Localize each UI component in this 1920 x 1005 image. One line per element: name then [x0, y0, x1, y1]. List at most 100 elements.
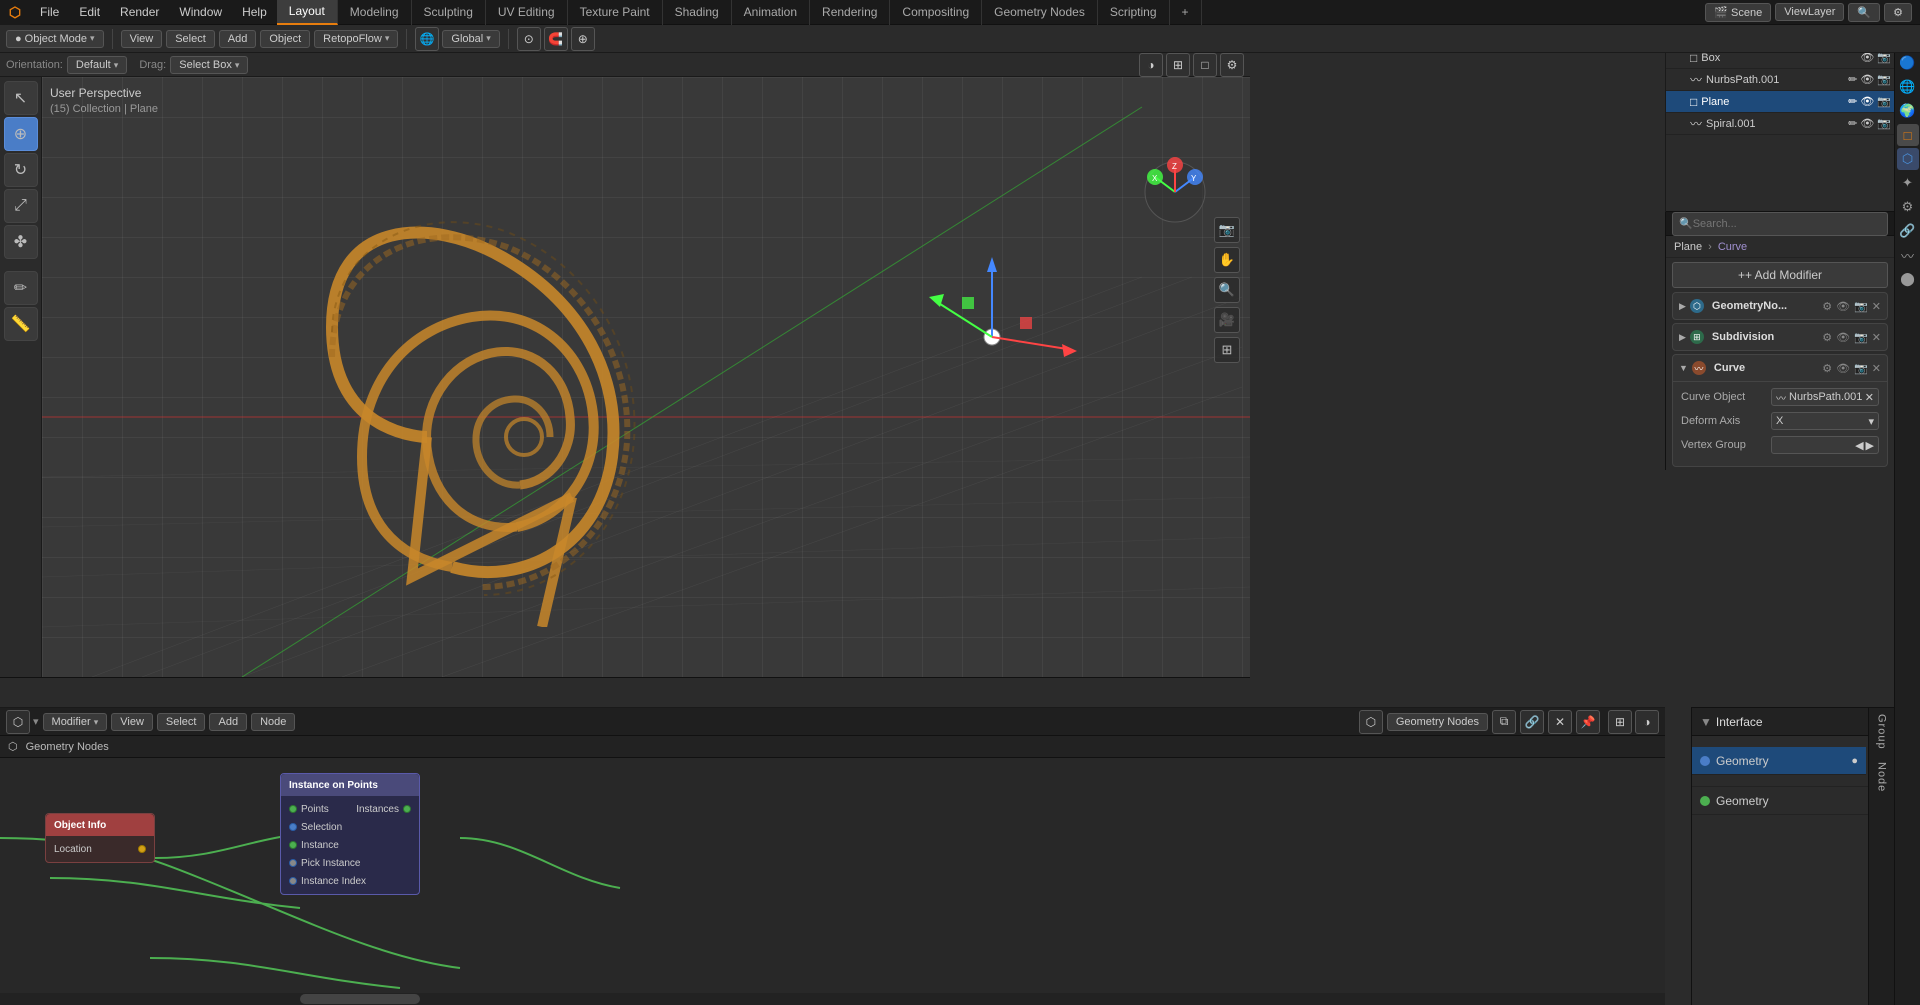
xray-btn[interactable]: □	[1193, 53, 1217, 77]
bottom-node-btn[interactable]: Node	[251, 713, 295, 731]
add-menu[interactable]: Add	[219, 30, 257, 48]
tab-layout[interactable]: Layout	[277, 0, 338, 25]
subdiv-show-icon[interactable]: 👁	[1836, 331, 1850, 344]
nurbspath-render-icon[interactable]: 📷	[1877, 73, 1891, 86]
physics-props-icon[interactable]: ⚙	[1897, 196, 1919, 218]
options-btn-toolbar[interactable]: ⚙	[1220, 53, 1244, 77]
tab-compositing[interactable]: Compositing	[890, 0, 982, 25]
node-editor[interactable]: Object Info Location Instance on Points …	[0, 758, 1665, 1005]
vg-prev-icon[interactable]: ◀	[1855, 439, 1863, 452]
tab-geometry-nodes[interactable]: Geometry Nodes	[982, 0, 1098, 25]
menu-edit[interactable]: Edit	[69, 0, 110, 25]
global-transform-btn[interactable]: 🌐	[415, 27, 439, 51]
tab-shading[interactable]: Shading	[663, 0, 732, 25]
scene-selector[interactable]: 🎬 Scene	[1705, 3, 1771, 22]
curve-delete-icon[interactable]: ✕	[1872, 362, 1881, 375]
view-menu[interactable]: View	[121, 30, 163, 48]
interface-panel-header[interactable]: ▼ Interface	[1692, 708, 1894, 736]
search-field[interactable]	[1693, 218, 1881, 230]
nurbspath-edit-icon[interactable]: ✏	[1848, 73, 1857, 86]
bottom-editor-type-icon[interactable]: ⬡	[6, 710, 30, 734]
orientation-dropdown[interactable]: Default ▾	[67, 56, 127, 74]
material-props-icon[interactable]: ⬤	[1897, 268, 1919, 290]
scene-props-icon[interactable]: 🌐	[1897, 76, 1919, 98]
drag-dropdown[interactable]: Select Box ▾	[170, 56, 248, 74]
modifier-props-icon[interactable]: ⬡	[1897, 148, 1919, 170]
tab-texture-paint[interactable]: Texture Paint	[568, 0, 663, 25]
deform-axis-value[interactable]: X	[1771, 412, 1879, 430]
viewport-hand-icon[interactable]: ✋	[1214, 247, 1240, 273]
curve-object-value[interactable]: 〰 NurbsPath.001 ✕	[1771, 388, 1879, 406]
modifier-subdivision-header[interactable]: ▶ ⊞ Subdivision ⚙ 👁 📷 ✕	[1673, 324, 1887, 350]
viewport-camera-2-icon[interactable]: 🎥	[1214, 307, 1240, 333]
group-side-btn[interactable]: Group	[1872, 708, 1892, 756]
menu-render[interactable]: Render	[110, 0, 169, 25]
plane-render-icon[interactable]: 📷	[1877, 95, 1891, 108]
object-props-icon[interactable]: □	[1897, 124, 1919, 146]
node-editor-scrollbar[interactable]	[0, 993, 1665, 1005]
curve-render-icon[interactable]: 📷	[1854, 362, 1868, 375]
tab-scripting[interactable]: Scripting	[1098, 0, 1170, 25]
bottom-close-icon[interactable]: ✕	[1548, 710, 1572, 734]
tab-modeling[interactable]: Modeling	[338, 0, 412, 25]
node-object-info-header[interactable]: Object Info	[46, 814, 154, 836]
scrollbar-thumb[interactable]	[300, 994, 420, 1004]
settings-btn[interactable]: ⚙	[1884, 3, 1912, 22]
viewport-grid-icon[interactable]: ⊞	[1214, 337, 1240, 363]
bottom-add-btn[interactable]: Add	[209, 713, 247, 731]
gn-toggle-icon[interactable]: ⚙	[1822, 300, 1832, 313]
menu-window[interactable]: Window	[169, 0, 232, 25]
subdiv-render-icon[interactable]: 📷	[1854, 331, 1868, 344]
bottom-overlay-icon[interactable]: ⊞	[1608, 710, 1632, 734]
add-modifier-button[interactable]: + + Add Modifier	[1672, 262, 1888, 288]
search-btn[interactable]: 🔍	[1848, 3, 1880, 22]
modifier-curve-header[interactable]: ▼ 〰 Curve ⚙ 👁 📷 ✕	[1673, 355, 1887, 381]
node-object-info[interactable]: Object Info Location	[45, 813, 155, 863]
subdiv-delete-icon[interactable]: ✕	[1872, 331, 1881, 344]
particles-props-icon[interactable]: ✦	[1897, 172, 1919, 194]
bottom-select-btn[interactable]: Select	[157, 713, 206, 731]
world-props-icon[interactable]: 🌍	[1897, 100, 1919, 122]
bottom-view-btn[interactable]: View	[111, 713, 153, 731]
measure-tool-btn[interactable]: 📏	[4, 307, 38, 341]
scale-tool-btn[interactable]: ⤢	[4, 189, 38, 223]
viewlayer-selector[interactable]: ViewLayer	[1775, 3, 1844, 21]
menu-file[interactable]: File	[30, 0, 69, 25]
snap-btn[interactable]: 🧲	[544, 27, 568, 51]
view-layer-props-icon[interactable]: 🔵	[1897, 52, 1919, 74]
spiral-edit-icon[interactable]: ✏	[1848, 117, 1857, 130]
select-menu[interactable]: Select	[166, 30, 215, 48]
viewport-shading-btn[interactable]: ◑	[1139, 53, 1163, 77]
outliner-item-spiral[interactable]: 〰 Spiral.001 ✏ 👁 📷	[1666, 113, 1895, 135]
outliner-item-plane[interactable]: □ Plane ✏ 👁 📷	[1666, 91, 1895, 113]
constraints-props-icon[interactable]: 🔗	[1897, 220, 1919, 242]
object-mode-dropdown[interactable]: ● Object Mode ▾	[6, 30, 104, 48]
viewport-camera-icon[interactable]: 📷	[1214, 217, 1240, 243]
transform-pivot-btn[interactable]: ⊕	[571, 27, 595, 51]
proportional-edit-btn[interactable]: ⊙	[517, 27, 541, 51]
node-instance-header[interactable]: Instance on Points	[281, 774, 419, 796]
viewport-zoom-icon[interactable]: 🔍	[1214, 277, 1240, 303]
nurbspath-visibility-icon[interactable]: 👁	[1860, 73, 1874, 86]
plane-visibility-icon[interactable]: 👁	[1860, 95, 1874, 108]
global-dropdown[interactable]: Global ▾	[442, 30, 499, 48]
vertex-group-value[interactable]: ◀ ▶	[1771, 436, 1879, 454]
geometry-item-1[interactable]: Geometry ●	[1692, 747, 1866, 775]
subdiv-toggle-icon[interactable]: ⚙	[1822, 331, 1832, 344]
rotate-tool-btn[interactable]: ↻	[4, 153, 38, 187]
curve-object-clear-icon[interactable]: ✕	[1865, 391, 1874, 404]
tab-uv-editing[interactable]: UV Editing	[486, 0, 568, 25]
object-menu[interactable]: Object	[260, 30, 310, 48]
curve-toggle-icon[interactable]: ⚙	[1822, 362, 1832, 375]
viewport-overlay-btn[interactable]: ⊞	[1166, 53, 1190, 77]
object-data-props-icon[interactable]: 〰	[1897, 244, 1919, 266]
gn-show-icon[interactable]: 👁	[1836, 300, 1850, 313]
menu-help[interactable]: Help	[232, 0, 277, 25]
move-tool-btn[interactable]: ⊕	[4, 117, 38, 151]
bottom-editor-type-arrow[interactable]: ▾	[33, 715, 39, 728]
node-instance-on-points[interactable]: Instance on Points Points Instances Sele…	[280, 773, 420, 895]
tab-animation[interactable]: Animation	[732, 0, 810, 25]
outliner-item-nurbspath[interactable]: 〰 NurbsPath.001 ✏ 👁 📷	[1666, 69, 1895, 91]
bottom-pin-icon[interactable]: 📌	[1576, 710, 1600, 734]
spiral-render-icon[interactable]: 📷	[1877, 117, 1891, 130]
